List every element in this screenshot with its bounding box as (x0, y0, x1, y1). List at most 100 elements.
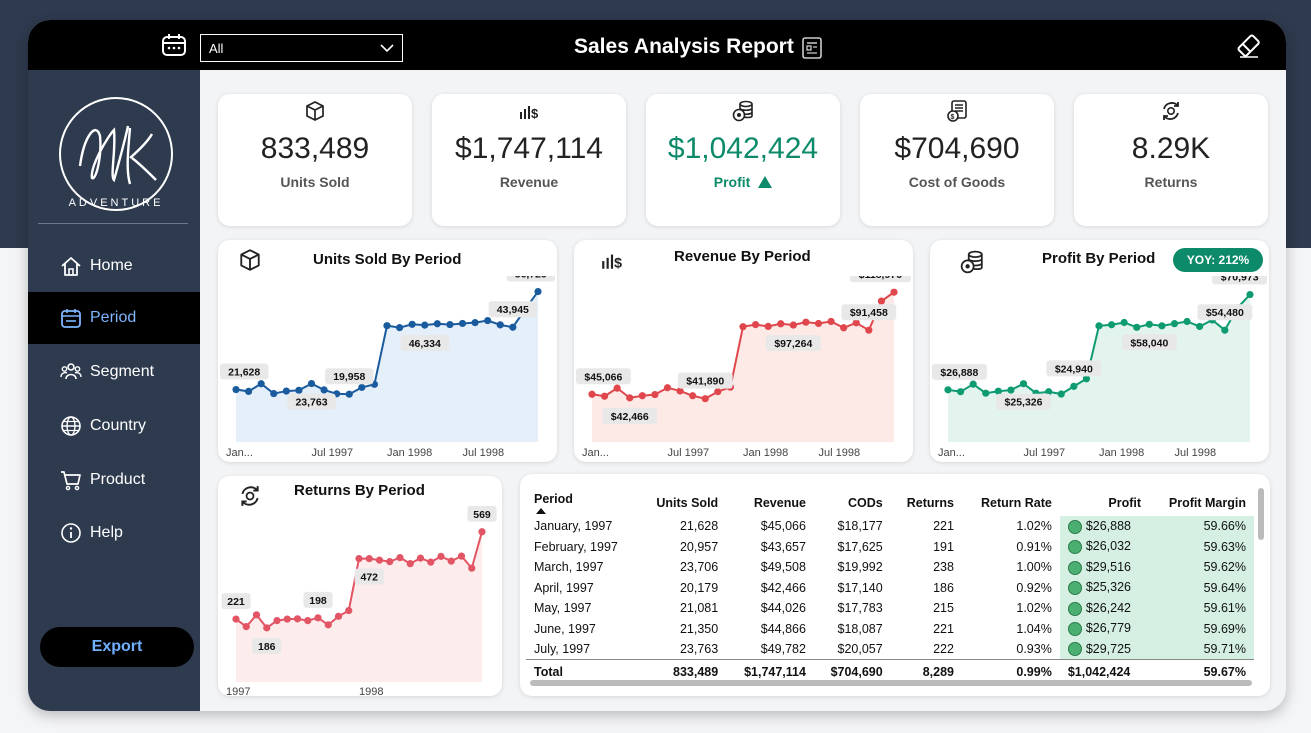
nav-item-home[interactable]: Home (28, 240, 200, 292)
data-point[interactable] (1221, 326, 1229, 334)
data-point[interactable] (638, 392, 646, 400)
data-point[interactable] (273, 617, 281, 625)
column-header[interactable]: Return Rate (962, 490, 1060, 516)
data-point[interactable] (383, 322, 391, 330)
nav-item-period[interactable]: Period (28, 292, 200, 344)
data-point[interactable] (1007, 386, 1015, 394)
table-row[interactable]: July, 1997 23,763 $49,782 $20,057 222 0.93% $2… (526, 639, 1254, 660)
data-point[interactable] (1057, 390, 1065, 398)
data-point[interactable] (588, 390, 596, 398)
data-point[interactable] (282, 387, 290, 395)
data-point[interactable] (663, 384, 672, 392)
table-row[interactable]: March, 1997 23,706 $49,508 $19,992 238 1.00% $… (526, 557, 1254, 578)
data-point[interactable] (447, 557, 455, 565)
data-point[interactable] (789, 321, 797, 329)
data-point[interactable] (1196, 322, 1204, 331)
data-point[interactable] (345, 390, 353, 398)
data-point[interactable] (814, 319, 823, 328)
data-point[interactable] (478, 528, 486, 536)
data-point[interactable] (355, 555, 363, 563)
data-point[interactable] (375, 556, 384, 564)
nav-item-segment[interactable]: Segment (28, 346, 200, 398)
data-point[interactable] (701, 395, 709, 403)
data-point[interactable] (1107, 321, 1116, 329)
table-row[interactable]: May, 1997 21,081 $44,026 $17,783 215 1.02% $26… (526, 598, 1254, 619)
data-point[interactable] (395, 324, 404, 332)
data-point[interactable] (1246, 290, 1254, 299)
data-point[interactable] (802, 318, 810, 326)
data-point[interactable] (751, 321, 760, 329)
data-point[interactable] (263, 624, 271, 632)
column-header[interactable]: Units Sold (639, 490, 727, 516)
table-row[interactable]: February, 1997 20,957 $43,657 $17,625 191 0.9… (526, 536, 1254, 557)
data-point[interactable] (307, 379, 316, 388)
data-point[interactable] (651, 390, 659, 399)
nav-item-product[interactable]: Product (28, 454, 200, 506)
data-point[interactable] (304, 617, 312, 625)
column-header[interactable]: CODs (814, 490, 891, 516)
data-point[interactable] (421, 321, 429, 329)
data-point[interactable] (334, 612, 343, 620)
data-point[interactable] (1170, 320, 1179, 328)
data-point[interactable] (345, 606, 353, 615)
data-point[interactable] (969, 380, 977, 388)
data-point[interactable] (865, 326, 873, 334)
data-point[interactable] (840, 324, 848, 332)
data-point[interactable] (484, 316, 492, 325)
vertical-scrollbar[interactable] (1258, 488, 1264, 540)
data-point[interactable] (408, 320, 416, 328)
table-row[interactable]: April, 1997 20,179 $42,466 $17,140 186 0.92% $… (526, 577, 1254, 598)
data-point[interactable] (257, 380, 265, 388)
data-point[interactable] (1019, 380, 1028, 388)
data-point[interactable] (283, 615, 291, 623)
data-point[interactable] (956, 388, 965, 396)
data-point[interactable] (1120, 318, 1128, 327)
data-point[interactable] (827, 317, 835, 326)
export-button[interactable]: Export (40, 627, 194, 667)
data-point[interactable] (1095, 322, 1103, 330)
column-header[interactable]: Profit Margin (1149, 490, 1254, 516)
column-header[interactable]: Profit (1060, 490, 1149, 516)
data-point[interactable] (714, 388, 722, 396)
data-point[interactable] (244, 387, 253, 396)
data-point[interactable] (396, 554, 404, 562)
data-point[interactable] (982, 389, 990, 397)
data-point[interactable] (242, 623, 250, 631)
data-point[interactable] (427, 558, 435, 566)
data-point[interactable] (890, 288, 898, 296)
data-point[interactable] (252, 611, 261, 619)
data-point[interactable] (314, 614, 322, 622)
data-point[interactable] (613, 384, 621, 392)
period-filter-dropdown[interactable]: All (200, 34, 403, 62)
column-header[interactable]: Revenue (726, 490, 814, 516)
data-point[interactable] (509, 323, 517, 331)
data-point[interactable] (293, 615, 302, 623)
data-point[interactable] (386, 558, 394, 566)
data-point[interactable] (446, 320, 454, 329)
data-point[interactable] (457, 552, 466, 560)
data-point[interactable] (232, 385, 240, 394)
data-point[interactable] (1158, 322, 1166, 330)
data-point[interactable] (944, 386, 952, 394)
data-point[interactable] (406, 560, 414, 568)
data-point[interactable] (600, 392, 609, 400)
horizontal-scrollbar[interactable] (530, 680, 1252, 686)
data-point[interactable] (852, 319, 860, 327)
data-point[interactable] (1070, 382, 1078, 390)
data-point[interactable] (416, 554, 425, 562)
table-row[interactable]: June, 1997 21,350 $44,866 $18,087 221 1.04% $2… (526, 618, 1254, 639)
table-row[interactable]: January, 1997 21,628 $45,066 $18,177 221 1.02… (526, 516, 1254, 537)
data-point[interactable] (437, 552, 445, 560)
data-point[interactable] (365, 555, 373, 563)
data-point[interactable] (496, 321, 504, 329)
data-point[interactable] (777, 320, 785, 328)
data-point[interactable] (471, 319, 479, 327)
data-point[interactable] (270, 389, 278, 398)
data-point[interactable] (1145, 320, 1153, 328)
data-point[interactable] (468, 564, 476, 572)
data-point[interactable] (1133, 323, 1141, 331)
data-point[interactable] (458, 319, 467, 328)
data-point[interactable] (689, 392, 697, 400)
data-point[interactable] (1183, 317, 1191, 326)
data-point[interactable] (232, 615, 240, 623)
